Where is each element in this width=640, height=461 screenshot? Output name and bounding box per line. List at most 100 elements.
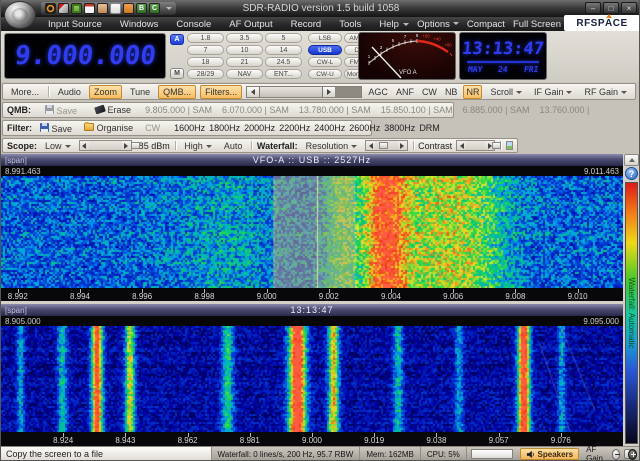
app-menu-orb[interactable] [4,1,36,29]
contact-icon[interactable] [97,3,108,14]
anf-toggle[interactable]: ANF [394,86,416,98]
volume-up-icon[interactable] [628,449,637,460]
display-icon[interactable] [71,3,82,14]
menu-input-source[interactable]: Input Source [39,19,111,30]
scope-low-dropdown[interactable]: Low [41,140,75,152]
bandwidth-1600[interactable]: 1600Hz [174,123,205,133]
scope-low-slider[interactable] [79,140,132,151]
qmb-erase-button[interactable]: Erase [91,104,135,116]
band-button[interactable]: 24.5 [265,57,302,67]
band-button[interactable]: 28/29 [187,69,224,79]
home-icon[interactable] [123,3,134,14]
mode-cwu-button[interactable]: CW-U [308,69,342,79]
filter-cw-button[interactable]: CW [141,122,164,134]
qat-overflow-icon[interactable] [166,7,172,10]
qmb-memory-6[interactable]: 13.760.000 | [540,105,590,115]
waterfall1-header[interactable]: [span] VFO-A :: USB :: 2527Hz [1,154,623,166]
vfo-m-button[interactable]: M [170,68,184,79]
zoom-scrollbar[interactable] [246,86,362,98]
audio-button[interactable]: Audio [54,86,85,98]
filters-button[interactable]: Filters... [200,85,242,99]
qmb-button[interactable]: QMB... [158,85,196,99]
qmb-memory-3[interactable]: 13.780.000 | SAM [299,105,371,115]
bandwidth-2600[interactable]: 2600Hz [349,123,380,133]
ribbon-collapse-icon[interactable] [403,23,409,26]
close-button[interactable]: × [621,2,637,14]
palette-icon[interactable] [506,141,513,150]
b-badge-icon[interactable]: B [136,3,147,14]
scrollbar-track[interactable] [335,87,361,97]
c-badge-icon[interactable]: C [149,3,160,14]
qmb-save-button[interactable]: Save [41,104,81,117]
menu-tools[interactable]: Tools [330,19,370,30]
nav-button[interactable]: NAV [226,69,263,79]
cw-toggle[interactable]: CW [420,86,439,98]
contrast-slider[interactable] [456,140,495,151]
qmb-memory-1[interactable]: 9.805.000 | SAM [145,105,212,115]
filter-save-button[interactable]: Save [36,122,76,135]
bandwidth-2400[interactable]: 2400Hz [314,123,345,133]
band-button[interactable]: 21 [226,57,263,67]
document-icon[interactable] [110,3,121,14]
mode-lsb-button[interactable]: LSB [308,33,342,43]
scroll-up-button[interactable] [624,154,639,166]
menu-record[interactable]: Record [282,19,331,30]
speakers-button[interactable]: Speakers [520,448,580,460]
minimize-button[interactable]: – [585,2,601,14]
band-button[interactable]: 18 [187,57,224,67]
nb-toggle[interactable]: NB [443,86,460,98]
fullscreen-button[interactable]: Full Screen [513,19,561,30]
menu-console[interactable]: Console [167,19,220,30]
restore-button[interactable]: □ [603,2,619,14]
bandwidth-1800[interactable]: 1800Hz [209,123,240,133]
if-gain-dropdown[interactable]: IF Gain [530,86,577,98]
compact-button[interactable]: Compact [467,19,505,30]
tune-button[interactable]: Tune [126,86,154,98]
band-button[interactable]: 10 [226,45,263,55]
scroll-left-icon[interactable] [247,87,259,97]
mode-usb-button[interactable]: USB [308,45,342,55]
resolution-slider[interactable] [365,140,407,151]
calendar-icon[interactable] [84,3,95,14]
volume-down-icon[interactable] [612,449,621,460]
band-button[interactable]: 3.5 [226,33,263,43]
help-button[interactable]: ? [625,167,638,180]
waterfall2-display[interactable] [1,326,623,432]
qmb-memory-5[interactable]: 6.885.000 | SAM [463,105,530,115]
rf-gain-dropdown[interactable]: RF Gain [580,86,631,98]
nr-toggle[interactable]: NR [463,85,482,99]
filter-organise-button[interactable]: Organise [80,122,137,134]
tools-icon[interactable] [58,3,69,14]
band-button[interactable]: 7 [187,45,224,55]
qmb-memory-2[interactable]: 6.070.000 | SAM [222,105,289,115]
scope-auto-button[interactable]: Auto [220,140,247,152]
bandwidth-2200[interactable]: 2200Hz [279,123,310,133]
options-menu[interactable]: Options [417,19,459,30]
scrollbar-thumb[interactable] [259,87,323,97]
more-button[interactable]: More... [7,86,43,98]
title-bar: B C SDR-RADIO version 1.5 build 1058 – □… [1,0,640,17]
power-icon[interactable] [45,3,56,14]
band-button[interactable]: 1.8 [187,33,224,43]
agc-toggle[interactable]: AGC [366,86,390,98]
scroll-dropdown[interactable]: Scroll [486,86,526,98]
waterfall-colorbar[interactable]: Waterfall: Automatic [625,182,638,444]
waterfall2-header[interactable]: [span] 13:13:47 [1,304,623,316]
scroll-right-icon[interactable] [323,87,335,97]
enter-button[interactable]: ENT... [265,69,302,79]
vfo-a-button[interactable]: A [170,34,184,45]
zoom-button[interactable]: Zoom [89,85,122,99]
bandwidth-2000[interactable]: 2000Hz [244,123,275,133]
frequency-display[interactable]: 9.000.000 [4,33,166,79]
scope-high-dropdown[interactable]: High [180,140,216,152]
bandwidth-3800[interactable]: 3800Hz [384,123,415,133]
mode-cwl-button[interactable]: CW-L [308,57,342,67]
resolution-dropdown[interactable]: Resolution [302,140,362,152]
bandwidth-drm[interactable]: DRM [419,123,440,133]
band-button[interactable]: 14 [265,45,302,55]
menu-windows[interactable]: Windows [111,19,168,30]
menu-af-output[interactable]: AF Output [220,19,281,30]
band-button[interactable]: 5 [265,33,302,43]
qmb-memory-4[interactable]: 15.850.100 | SAM [381,105,453,115]
waterfall1-display[interactable] [1,176,623,288]
